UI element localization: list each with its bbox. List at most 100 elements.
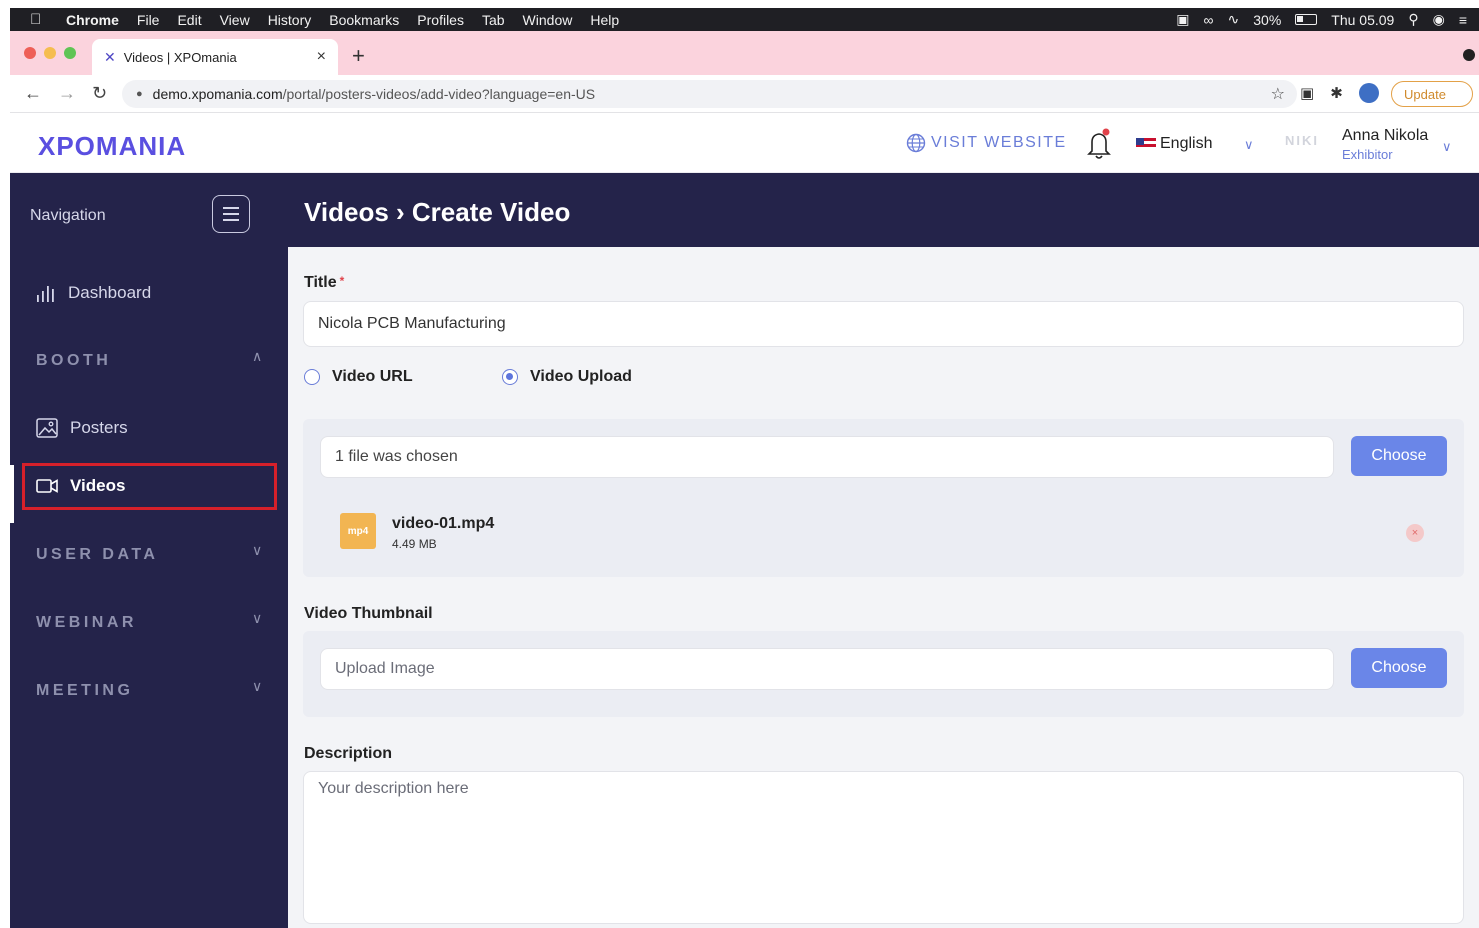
- address-bar-row: ← → ↻ ● demo.xpomania.com /portal/poster…: [10, 75, 1479, 113]
- page-header: Videos › Create Video: [288, 173, 1479, 247]
- sidebar-section-user-data[interactable]: USER DATA: [36, 546, 158, 564]
- bookmark-star-icon[interactable]: ☆: [1271, 84, 1285, 104]
- status-area: ▣ ∞ ∿ 30% Thu 05.09 ⚲ ◉ ≡: [1162, 8, 1467, 31]
- close-window-button[interactable]: [24, 47, 36, 59]
- visit-website-label: VISIT WEBSITE: [931, 134, 1067, 151]
- radio-circle[interactable]: [304, 369, 320, 385]
- spotlight-search-icon[interactable]: ⚲: [1408, 11, 1418, 28]
- globe-icon: [906, 133, 926, 153]
- camera-icon[interactable]: ▣: [1300, 84, 1314, 102]
- browser-tools: ▣ ✱: [1300, 83, 1395, 103]
- browser-tab[interactable]: ✕ Videos | XPOmania ×: [92, 39, 338, 75]
- menu-file[interactable]: File: [137, 12, 160, 28]
- zoom-window-button[interactable]: [64, 47, 76, 59]
- sidebar: Navigation Dashboard BOOTH ∧ Posters Vid…: [10, 173, 288, 928]
- radio-circle-selected[interactable]: [502, 369, 518, 385]
- menu-help[interactable]: Help: [590, 12, 619, 28]
- screen:  Chrome File Edit View History Bookmark…: [10, 8, 1479, 928]
- company-logo: NIKI: [1285, 133, 1319, 148]
- menu-tab[interactable]: Tab: [482, 12, 505, 28]
- us-flag-icon: [1136, 138, 1156, 150]
- description-label: Description: [304, 745, 393, 762]
- battery-icon[interactable]: [1295, 14, 1318, 25]
- notification-bell-icon[interactable]: [1084, 127, 1114, 161]
- sidebar-item-dashboard[interactable]: Dashboard: [36, 283, 151, 303]
- menu-app-name[interactable]: Chrome: [66, 12, 119, 28]
- chevron-down-icon[interactable]: ∨: [252, 542, 262, 559]
- url-bar[interactable]: ● demo.xpomania.com /portal/posters-vide…: [122, 80, 1297, 108]
- menu-view[interactable]: View: [220, 12, 250, 28]
- close-tab-icon[interactable]: ×: [317, 48, 326, 66]
- menu-edit[interactable]: Edit: [177, 12, 201, 28]
- url-host: demo.xpomania.com: [152, 86, 283, 102]
- choose-thumbnail-button[interactable]: Choose: [1351, 648, 1447, 688]
- description-textarea[interactable]: Your description here: [303, 771, 1464, 924]
- language-label: English: [1160, 135, 1213, 152]
- title-input[interactable]: Nicola PCB Manufacturing: [303, 301, 1464, 347]
- user-role: Exhibitor: [1342, 147, 1393, 162]
- required-marker: *: [339, 274, 345, 288]
- chevron-up-icon[interactable]: ∧: [252, 348, 262, 365]
- clock[interactable]: Thu 05.09: [1331, 12, 1394, 28]
- new-tab-icon[interactable]: +: [352, 43, 365, 69]
- user-menu[interactable]: Anna Nikola Exhibitor: [1342, 127, 1428, 162]
- user-chevron-down-icon[interactable]: ∨: [1442, 139, 1452, 155]
- tab-title: Videos | XPOmania: [123, 49, 237, 65]
- forward-icon[interactable]: →: [58, 83, 92, 104]
- sidebar-section-webinar[interactable]: WEBINAR: [36, 614, 137, 632]
- profile-avatar-icon[interactable]: [1358, 83, 1379, 103]
- screen-record-icon[interactable]: ▣: [1176, 11, 1189, 28]
- menu-profiles[interactable]: Profiles: [417, 12, 464, 28]
- chevron-down-icon[interactable]: ∨: [252, 678, 262, 695]
- reload-icon[interactable]: ↻: [92, 83, 126, 104]
- infinity-icon[interactable]: ∞: [1204, 12, 1214, 28]
- browser-nav: ← → ↻: [24, 83, 126, 104]
- hamburger-menu-button[interactable]: [212, 195, 250, 233]
- xpomania-logo[interactable]: XPOMANIA: [38, 131, 186, 162]
- active-indicator: [10, 465, 14, 523]
- menu-history[interactable]: History: [268, 12, 312, 28]
- file-size: 4.49 MB: [392, 537, 437, 551]
- control-center-icon[interactable]: ≡: [1459, 12, 1467, 28]
- menu-bookmarks[interactable]: Bookmarks: [329, 12, 399, 28]
- visit-website-link[interactable]: VISIT WEBSITE: [906, 133, 1067, 153]
- apple-icon[interactable]: : [30, 11, 50, 28]
- chevron-down-icon[interactable]: ∨: [252, 610, 262, 627]
- favicon-icon: ✕: [104, 48, 116, 65]
- lock-icon[interactable]: ●: [136, 88, 143, 100]
- remove-file-icon[interactable]: ×: [1406, 524, 1424, 542]
- battery-percent: 30%: [1253, 11, 1282, 28]
- sidebar-item-label: Posters: [70, 418, 128, 437]
- create-video-form: Title * Nicola PCB Manufacturing Video UR…: [288, 247, 1479, 928]
- video-upload-radio[interactable]: Video Upload: [502, 368, 632, 386]
- url-path: /portal/posters-videos/add-video?languag…: [282, 86, 596, 102]
- choose-video-button[interactable]: Choose: [1351, 436, 1447, 476]
- siri-icon[interactable]: ◉: [1433, 11, 1445, 28]
- sidebar-item-videos[interactable]: Videos: [36, 476, 125, 496]
- tab-search-icon[interactable]: [1463, 49, 1475, 61]
- extensions-icon[interactable]: ✱: [1330, 84, 1343, 102]
- menu-window[interactable]: Window: [523, 12, 573, 28]
- language-selector[interactable]: English: [1136, 135, 1212, 153]
- thumbnail-file-input[interactable]: Upload Image: [320, 648, 1334, 690]
- wifi-icon[interactable]: ∿: [1228, 11, 1240, 28]
- video-thumbnail-label: Video Thumbnail: [304, 605, 433, 622]
- language-chevron-down-icon[interactable]: ∨: [1244, 137, 1254, 153]
- image-icon: [36, 418, 58, 438]
- video-url-radio[interactable]: Video URL: [304, 368, 413, 386]
- app-menu: Chrome File Edit View History Bookmarks …: [66, 12, 637, 28]
- sidebar-section-meeting[interactable]: MEETING: [36, 682, 133, 700]
- window-controls: [24, 47, 84, 59]
- sidebar-section-booth[interactable]: BOOTH: [36, 352, 111, 370]
- minimize-window-button[interactable]: [44, 47, 56, 59]
- mac-menu-bar:  Chrome File Edit View History Bookmark…: [10, 8, 1479, 31]
- radio-label: Video URL: [332, 368, 413, 385]
- update-button[interactable]: Update: [1391, 81, 1473, 107]
- title-label-text: Title: [304, 274, 337, 291]
- sidebar-item-posters[interactable]: Posters: [36, 418, 128, 438]
- back-icon[interactable]: ←: [24, 83, 58, 104]
- radio-label: Video Upload: [530, 368, 632, 385]
- title-label: Title *: [304, 274, 344, 292]
- video-file-input[interactable]: 1 file was chosen: [320, 436, 1334, 478]
- user-name: Anna Nikola: [1342, 127, 1429, 144]
